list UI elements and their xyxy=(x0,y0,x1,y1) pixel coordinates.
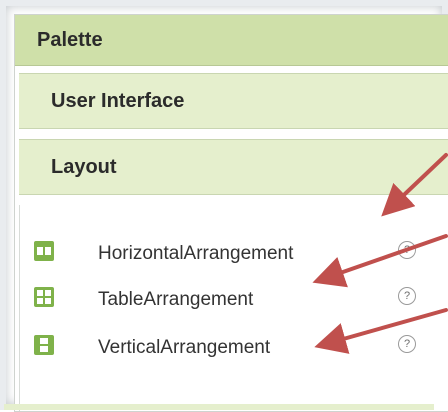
category-layout-label: Layout xyxy=(51,156,117,178)
help-icon[interactable]: ? xyxy=(398,335,416,353)
palette-title: Palette xyxy=(37,29,103,51)
vertical-arrangement-icon xyxy=(34,335,54,355)
palette-header[interactable]: Palette xyxy=(15,15,448,66)
component-vertical-arrangement[interactable]: VerticalArrangement ? xyxy=(20,325,448,371)
category-layout[interactable]: Layout xyxy=(19,139,448,195)
table-arrangement-icon xyxy=(34,287,54,307)
help-icon[interactable]: ? xyxy=(398,241,416,259)
category-user-interface[interactable]: User Interface xyxy=(19,73,448,129)
help-icon[interactable]: ? xyxy=(398,287,416,305)
horizontal-arrangement-icon xyxy=(34,241,54,261)
category-user-interface-label: User Interface xyxy=(51,90,185,112)
component-label: TableArrangement xyxy=(98,289,254,310)
layout-component-list: HorizontalArrangement ? TableArrangement… xyxy=(19,205,448,411)
component-label: VerticalArrangement xyxy=(98,337,271,358)
palette-panel: Palette User Interface Layout Horizontal… xyxy=(14,14,448,412)
bottom-strip xyxy=(4,404,434,410)
component-horizontal-arrangement[interactable]: HorizontalArrangement ? xyxy=(20,231,448,277)
component-table-arrangement[interactable]: TableArrangement ? xyxy=(20,277,448,323)
component-label: HorizontalArrangement xyxy=(98,243,294,264)
